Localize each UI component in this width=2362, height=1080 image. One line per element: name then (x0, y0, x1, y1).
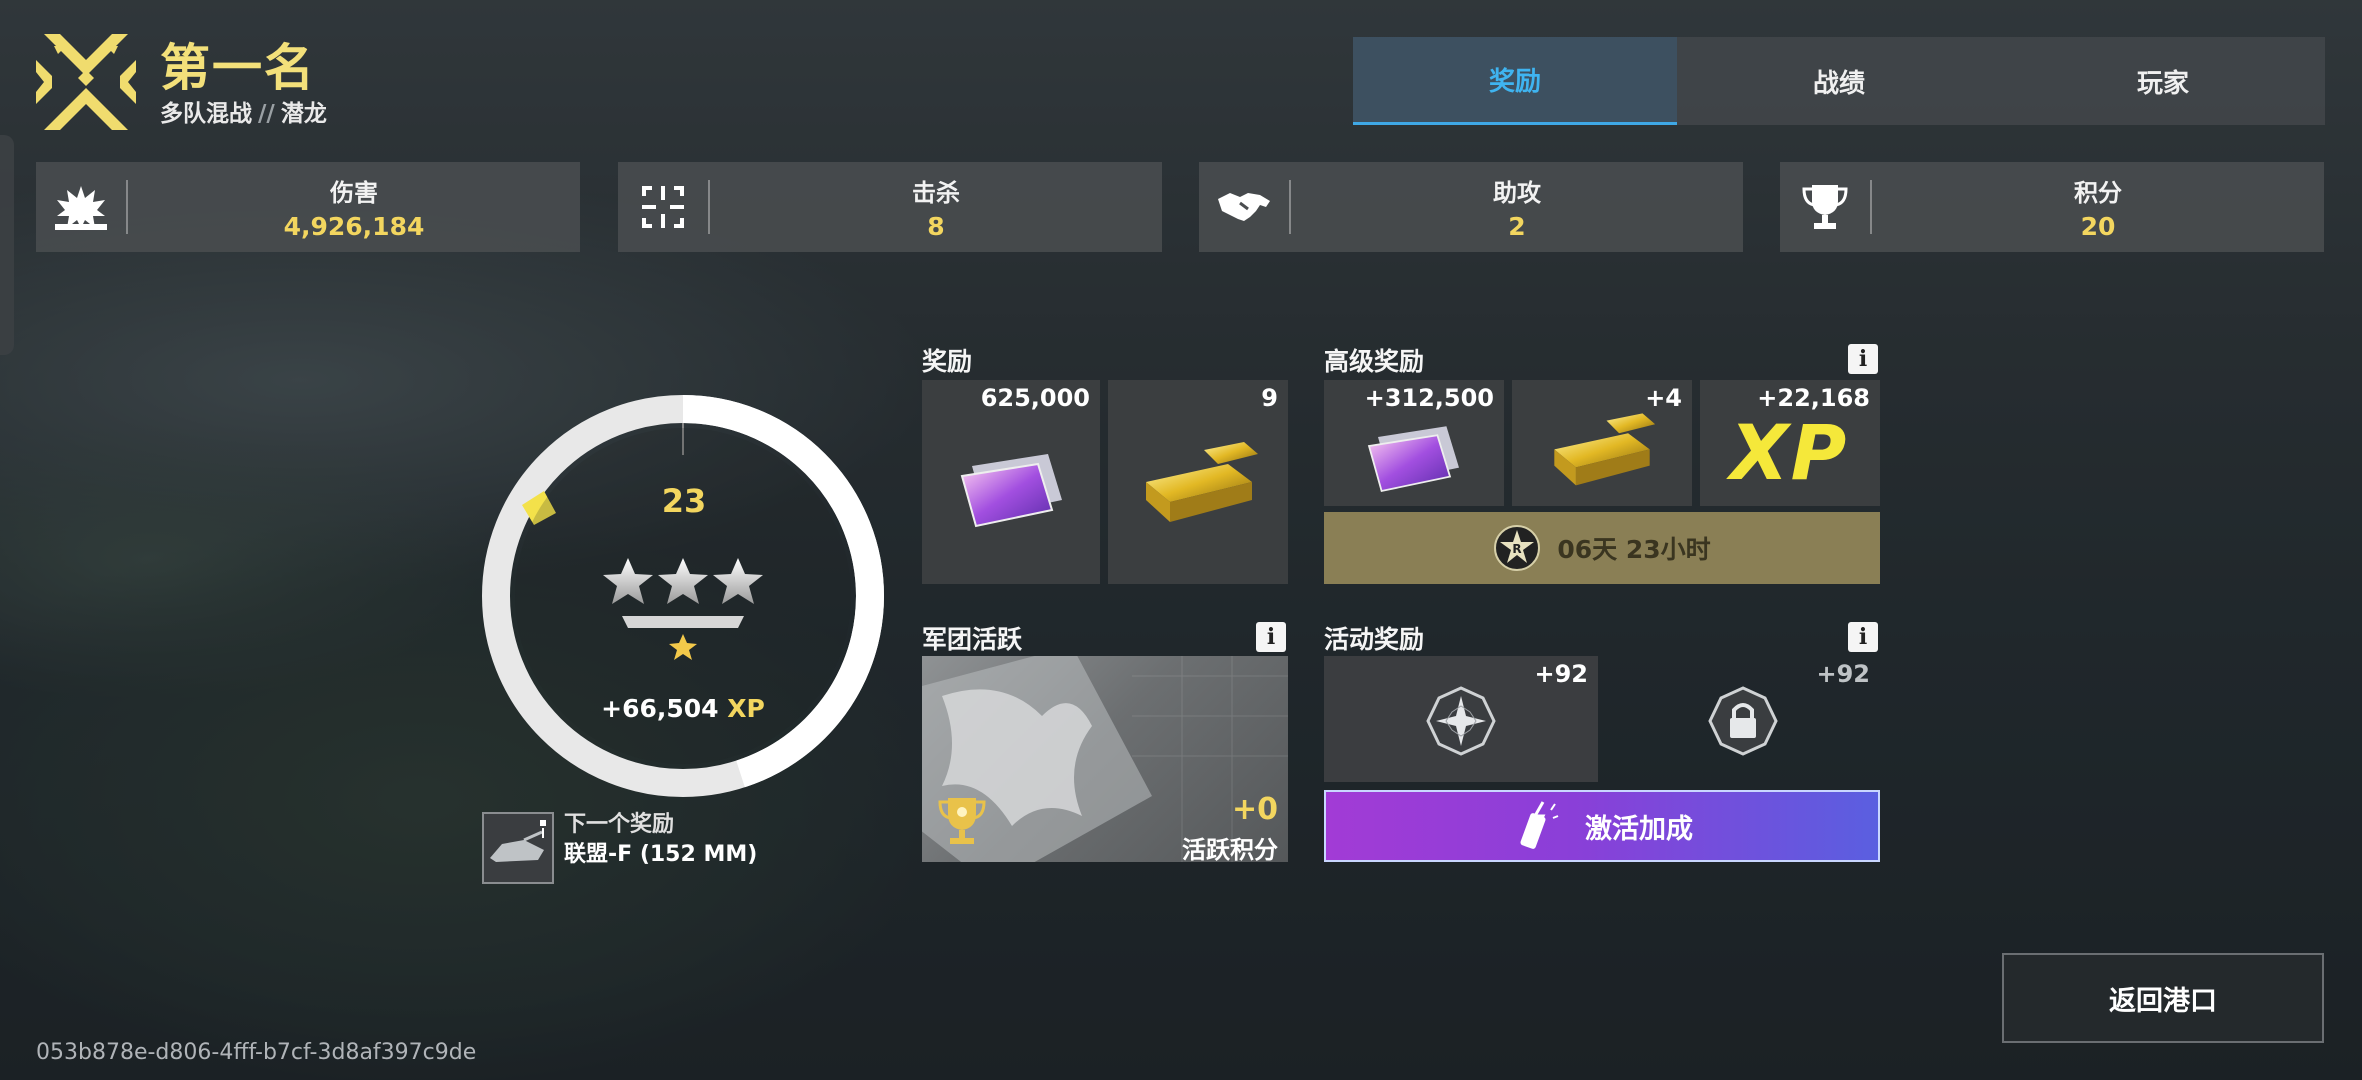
legion-info-icon[interactable]: i (1256, 622, 1286, 652)
reward-amount: 9 (1261, 384, 1278, 412)
game-mode: 多队混战 (160, 101, 252, 127)
boost-canister-icon (1520, 801, 1559, 849)
xp-unit: XP (727, 694, 765, 723)
legion-activity-card[interactable]: +0 活跃积分 (922, 656, 1288, 862)
gold-bars-icon (1554, 413, 1656, 486)
return-to-port-button[interactable]: 返回港口 (2002, 953, 2324, 1043)
credits-icon (960, 454, 1062, 528)
tab-rewards[interactable]: 奖励 (1353, 37, 1677, 125)
stat-label: 伤害 (330, 179, 378, 207)
placement-title: 第一名 (160, 39, 316, 97)
tab-battle-record[interactable]: 战绩 (1677, 37, 2001, 125)
activate-boost-button[interactable]: 激活加成 (1324, 790, 1880, 862)
premium-info-icon[interactable]: i (1848, 344, 1878, 374)
rewards-title: 奖励 (922, 347, 973, 376)
event-rewards-title: 活动奖励 (1324, 625, 1425, 654)
event-reward-locked-card[interactable]: +92 (1604, 656, 1880, 782)
match-info: 多队混战//潜龙 (160, 94, 327, 128)
first-place-emblem-icon (36, 34, 136, 130)
activate-boost-label: 激活加成 (1585, 813, 1693, 845)
stat-score: 积分 20 (1780, 162, 2324, 252)
explosion-icon (36, 162, 126, 252)
reward-gold-card[interactable]: 9 (1108, 380, 1288, 584)
stat-damage: 伤害 4,926,184 (36, 162, 580, 252)
premium-timer: R 06天 23小时 (1324, 512, 1880, 584)
premium-rewards-title: 高级奖励 (1324, 347, 1425, 376)
reward-credits-card[interactable]: 625,000 (922, 380, 1100, 584)
premium-timer-text: 06天 23小时 (1557, 535, 1711, 564)
trophy-icon (938, 798, 986, 844)
handshake-icon (1199, 162, 1289, 252)
next-reward-label: 下一个奖励 (564, 812, 675, 837)
premium-credits-card[interactable]: +312,500 (1324, 380, 1504, 506)
reward-amount: +312,500 (1364, 384, 1494, 412)
next-reward-tank-icon[interactable] (482, 812, 554, 884)
side-drawer-handle[interactable] (0, 135, 14, 355)
legion-points-label: 活跃积分 (1182, 836, 1278, 862)
tab-players[interactable]: 玩家 (2001, 37, 2325, 125)
separator: // (258, 101, 275, 127)
xp-amount: +66,504 (601, 694, 719, 723)
stat-label: 击杀 (912, 179, 960, 207)
stat-label: 助攻 (1493, 179, 1541, 207)
legion-title: 军团活跃 (922, 625, 1023, 654)
stat-assists: 助攻 2 (1199, 162, 1743, 252)
reward-amount: 625,000 (980, 384, 1090, 412)
stat-label: 积分 (2074, 179, 2122, 207)
stat-value: 4,926,184 (283, 212, 425, 241)
compass-star-icon (1426, 686, 1496, 756)
stat-value: 8 (927, 212, 945, 241)
premium-xp-card[interactable]: +22,168 XP (1700, 380, 1880, 506)
legion-points-gain: +0 (1231, 792, 1278, 827)
event-reward-card[interactable]: +92 (1324, 656, 1598, 782)
locked-icon (1708, 686, 1778, 756)
rank-stars-icon (603, 558, 763, 660)
next-reward-name: 联盟-F (152 MM) (564, 842, 758, 867)
stat-value: 2 (1508, 212, 1526, 241)
svg-text:R: R (1513, 542, 1522, 556)
event-info-icon[interactable]: i (1848, 622, 1878, 652)
gold-bars-icon (1146, 442, 1258, 522)
trophy-icon (1780, 162, 1870, 252)
reward-amount: +92 (1534, 660, 1588, 688)
results-tabs: 奖励 战绩 玩家 (1353, 37, 2325, 125)
stat-value: 20 (2080, 212, 2116, 241)
rank-xp-gain: +66,504 XP (560, 694, 806, 723)
xp-icon: XP (1730, 408, 1849, 497)
reward-amount: +92 (1816, 660, 1870, 688)
premium-gold-card[interactable]: +4 (1512, 380, 1692, 506)
credits-icon (1367, 426, 1459, 493)
premium-star-icon: R (1494, 525, 1541, 571)
stat-kills: 击杀 8 (618, 162, 1162, 252)
map-name: 潜龙 (280, 101, 327, 127)
session-id: 053b878e-d806-4fff-b7cf-3d8af397c9de (36, 1040, 477, 1065)
crosshair-icon (618, 162, 708, 252)
rank-level: 23 (661, 482, 707, 520)
